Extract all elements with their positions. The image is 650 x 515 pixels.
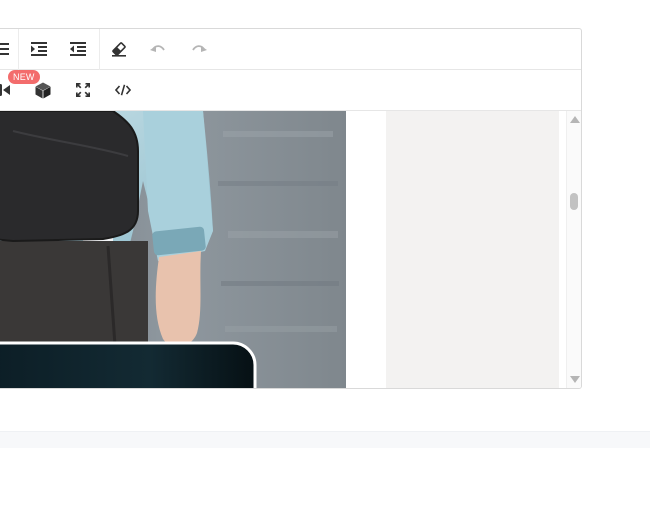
scroll-down-arrow-icon[interactable] (570, 376, 580, 383)
page: NEW (0, 0, 650, 515)
vertical-scrollbar[interactable] (566, 111, 581, 388)
indent-decrease-icon (70, 42, 86, 56)
fullscreen-icon (76, 83, 90, 97)
undo-button[interactable] (145, 37, 171, 61)
insert-3d-model-button[interactable] (30, 78, 56, 102)
clear-format-button[interactable] (106, 37, 132, 61)
toolbar-row-2: NEW (0, 70, 581, 111)
redo-button[interactable] (186, 37, 212, 61)
code-view-button[interactable] (110, 78, 136, 102)
scroll-thumb[interactable] (570, 193, 578, 210)
list-button[interactable] (0, 37, 14, 61)
product-photo (0, 111, 346, 388)
indent-decrease-button[interactable] (65, 37, 91, 61)
fullscreen-button[interactable] (70, 78, 96, 102)
indent-increase-button[interactable] (26, 37, 52, 61)
cube-icon (35, 82, 51, 99)
redo-icon (191, 43, 207, 55)
code-view-icon (115, 84, 131, 96)
toolbar-divider (18, 29, 19, 70)
undo-icon (150, 43, 166, 55)
scroll-up-arrow-icon[interactable] (570, 116, 580, 123)
toolbar-row-1 (0, 29, 581, 70)
video-icon (0, 83, 10, 97)
rich-text-editor: NEW (0, 28, 582, 389)
eraser-icon (111, 41, 127, 57)
list-icon (0, 42, 9, 56)
editor-side-panel (386, 111, 559, 388)
product-photo-illustration (0, 111, 346, 388)
toolbar-divider (99, 29, 100, 70)
editor-content[interactable] (0, 111, 581, 388)
indent-increase-icon (31, 42, 47, 56)
footer-strip (0, 431, 650, 448)
